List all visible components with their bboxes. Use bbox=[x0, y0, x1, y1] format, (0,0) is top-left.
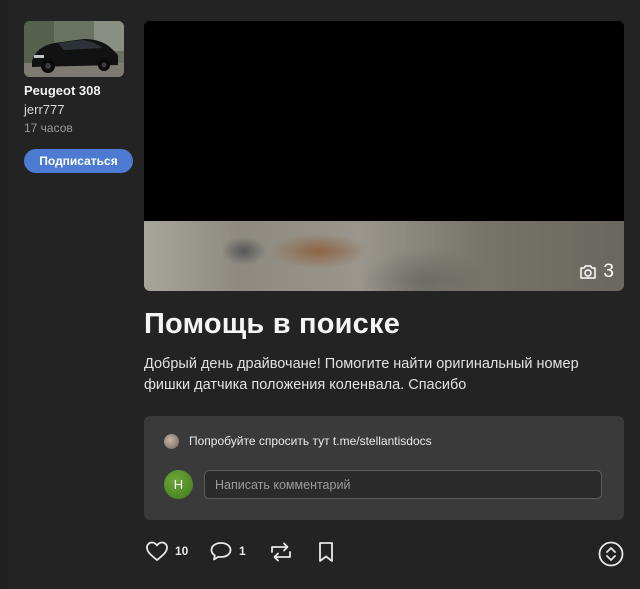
author-username-link[interactable]: jerr777 bbox=[24, 102, 64, 117]
bookmark-button[interactable] bbox=[315, 540, 337, 564]
comment-icon bbox=[210, 542, 232, 561]
post-timestamp: 17 часов bbox=[24, 121, 73, 135]
repost-button[interactable] bbox=[268, 540, 294, 564]
car-avatar[interactable] bbox=[24, 21, 124, 77]
current-user-avatar: Н bbox=[164, 470, 193, 499]
car-model-link[interactable]: Peugeot 308 bbox=[24, 83, 101, 98]
repost-icon bbox=[271, 542, 291, 562]
post-media-gallery[interactable]: 3 bbox=[144, 21, 624, 291]
likes-count: 10 bbox=[175, 544, 189, 558]
latest-comment-text[interactable]: Попробуйте спросить тут t.me/stellantisd… bbox=[189, 434, 432, 448]
bookmark-icon bbox=[319, 542, 333, 562]
photo-count-value: 3 bbox=[603, 261, 614, 282]
subscribe-button[interactable]: Подписаться bbox=[24, 149, 133, 173]
comments-button[interactable]: 1 bbox=[209, 540, 246, 562]
commenter-avatar[interactable] bbox=[164, 434, 179, 449]
comment-input[interactable] bbox=[204, 470, 602, 499]
like-button[interactable]: 10 bbox=[145, 540, 188, 562]
comments-count: 1 bbox=[239, 544, 246, 558]
car-photo bbox=[24, 21, 124, 77]
heart-icon bbox=[146, 541, 168, 561]
post-title[interactable]: Помощь в поиске bbox=[144, 308, 400, 341]
photo-count-badge: 3 bbox=[579, 261, 614, 283]
scroll-toggle-icon bbox=[598, 541, 624, 567]
media-dark-area bbox=[144, 21, 624, 221]
camera-icon bbox=[580, 265, 597, 279]
scroll-toggle-button[interactable] bbox=[598, 541, 624, 567]
post-body: Добрый день драйвочане! Помогите найти о… bbox=[144, 356, 579, 393]
media-photo-preview bbox=[144, 221, 624, 291]
comments-section: Попробуйте спросить тут t.me/stellantisd… bbox=[144, 416, 624, 520]
